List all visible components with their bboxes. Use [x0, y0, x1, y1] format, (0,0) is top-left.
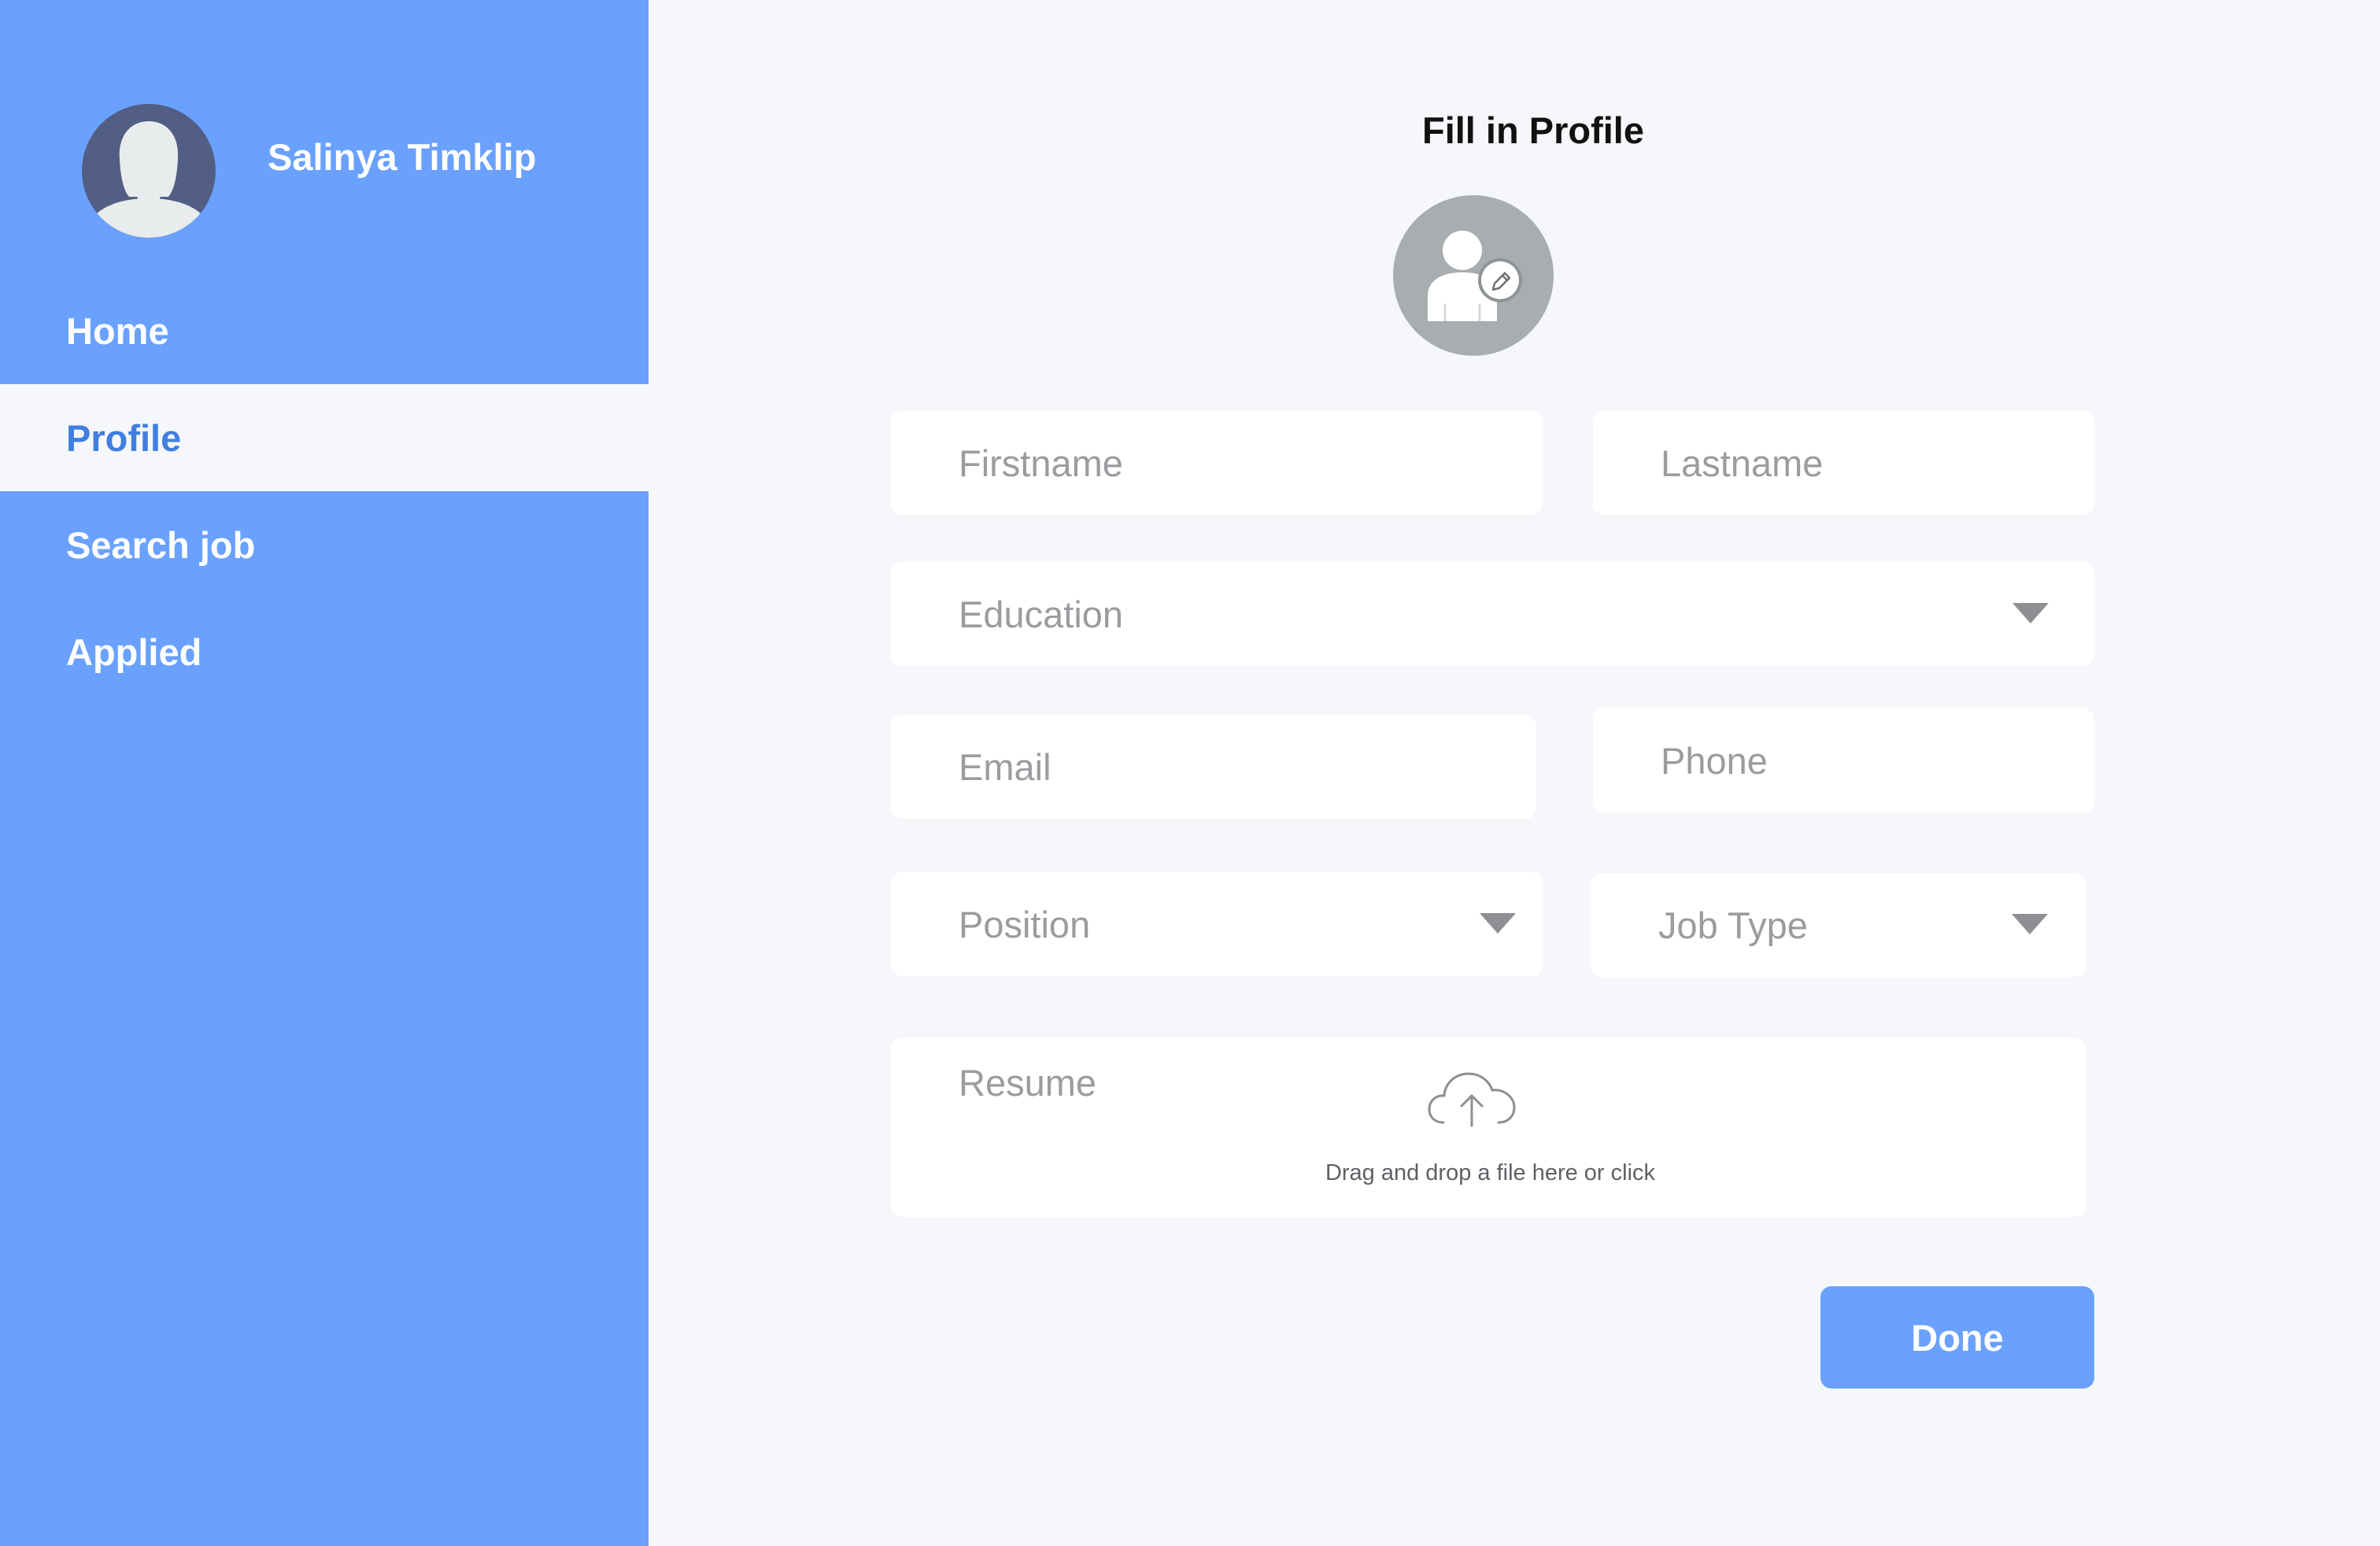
- email-field[interactable]: Email: [891, 715, 1536, 819]
- phone-field[interactable]: Phone: [1593, 708, 2094, 812]
- sidebar: Salinya Timklip Home Profile Search job …: [0, 0, 649, 1546]
- user-edit-icon[interactable]: [1393, 195, 1554, 356]
- lastname-field[interactable]: Lastname: [1593, 411, 2094, 515]
- done-button[interactable]: Done: [1820, 1286, 2094, 1389]
- chevron-down-icon: [2012, 603, 2049, 623]
- job-type-select[interactable]: Job Type: [1591, 873, 2086, 977]
- sidebar-item-profile[interactable]: Profile: [0, 384, 649, 491]
- sidebar-item-label: Home: [66, 309, 169, 352]
- sidebar-item-search-job[interactable]: Search job: [0, 491, 649, 598]
- dropzone-hint: Drag and drop a file here or click: [1325, 1160, 1656, 1185]
- position-placeholder: Position: [959, 903, 1091, 945]
- chevron-down-icon: [1480, 913, 1516, 934]
- user-name: Salinya Timklip: [268, 136, 537, 178]
- sidebar-item-label: Profile: [66, 416, 182, 459]
- firstname-field[interactable]: Firstname: [891, 411, 1543, 515]
- position-select[interactable]: Position: [891, 872, 1543, 976]
- profile-form: Fill in Profile Firstname Lastname Educa…: [649, 0, 2380, 1546]
- resume-dropzone[interactable]: Resume Drag and drop a file here or clic…: [891, 1037, 2086, 1217]
- cloud-upload-icon: [1428, 1072, 1516, 1127]
- phone-placeholder: Phone: [1661, 739, 1768, 782]
- app-window: Salinya Timklip Home Profile Search job …: [0, 0, 2380, 1546]
- job-type-placeholder: Job Type: [1658, 904, 1808, 946]
- education-placeholder: Education: [959, 593, 1124, 635]
- firstname-placeholder: Firstname: [959, 442, 1123, 484]
- page-title: Fill in Profile: [1421, 109, 1645, 151]
- sidebar-item-applied[interactable]: Applied: [0, 598, 649, 705]
- sidebar-item-label: Search job: [66, 523, 256, 566]
- female-avatar-icon[interactable]: [82, 104, 216, 238]
- chevron-down-icon: [2012, 914, 2048, 934]
- education-select[interactable]: Education: [891, 562, 2094, 666]
- email-placeholder: Email: [959, 745, 1051, 788]
- sidebar-nav: Home Profile Search job Applied: [0, 277, 649, 705]
- sidebar-item-home[interactable]: Home: [0, 277, 649, 384]
- sidebar-item-label: Applied: [66, 631, 202, 673]
- lastname-placeholder: Lastname: [1661, 442, 1824, 484]
- resume-label: Resume: [959, 1062, 1097, 1104]
